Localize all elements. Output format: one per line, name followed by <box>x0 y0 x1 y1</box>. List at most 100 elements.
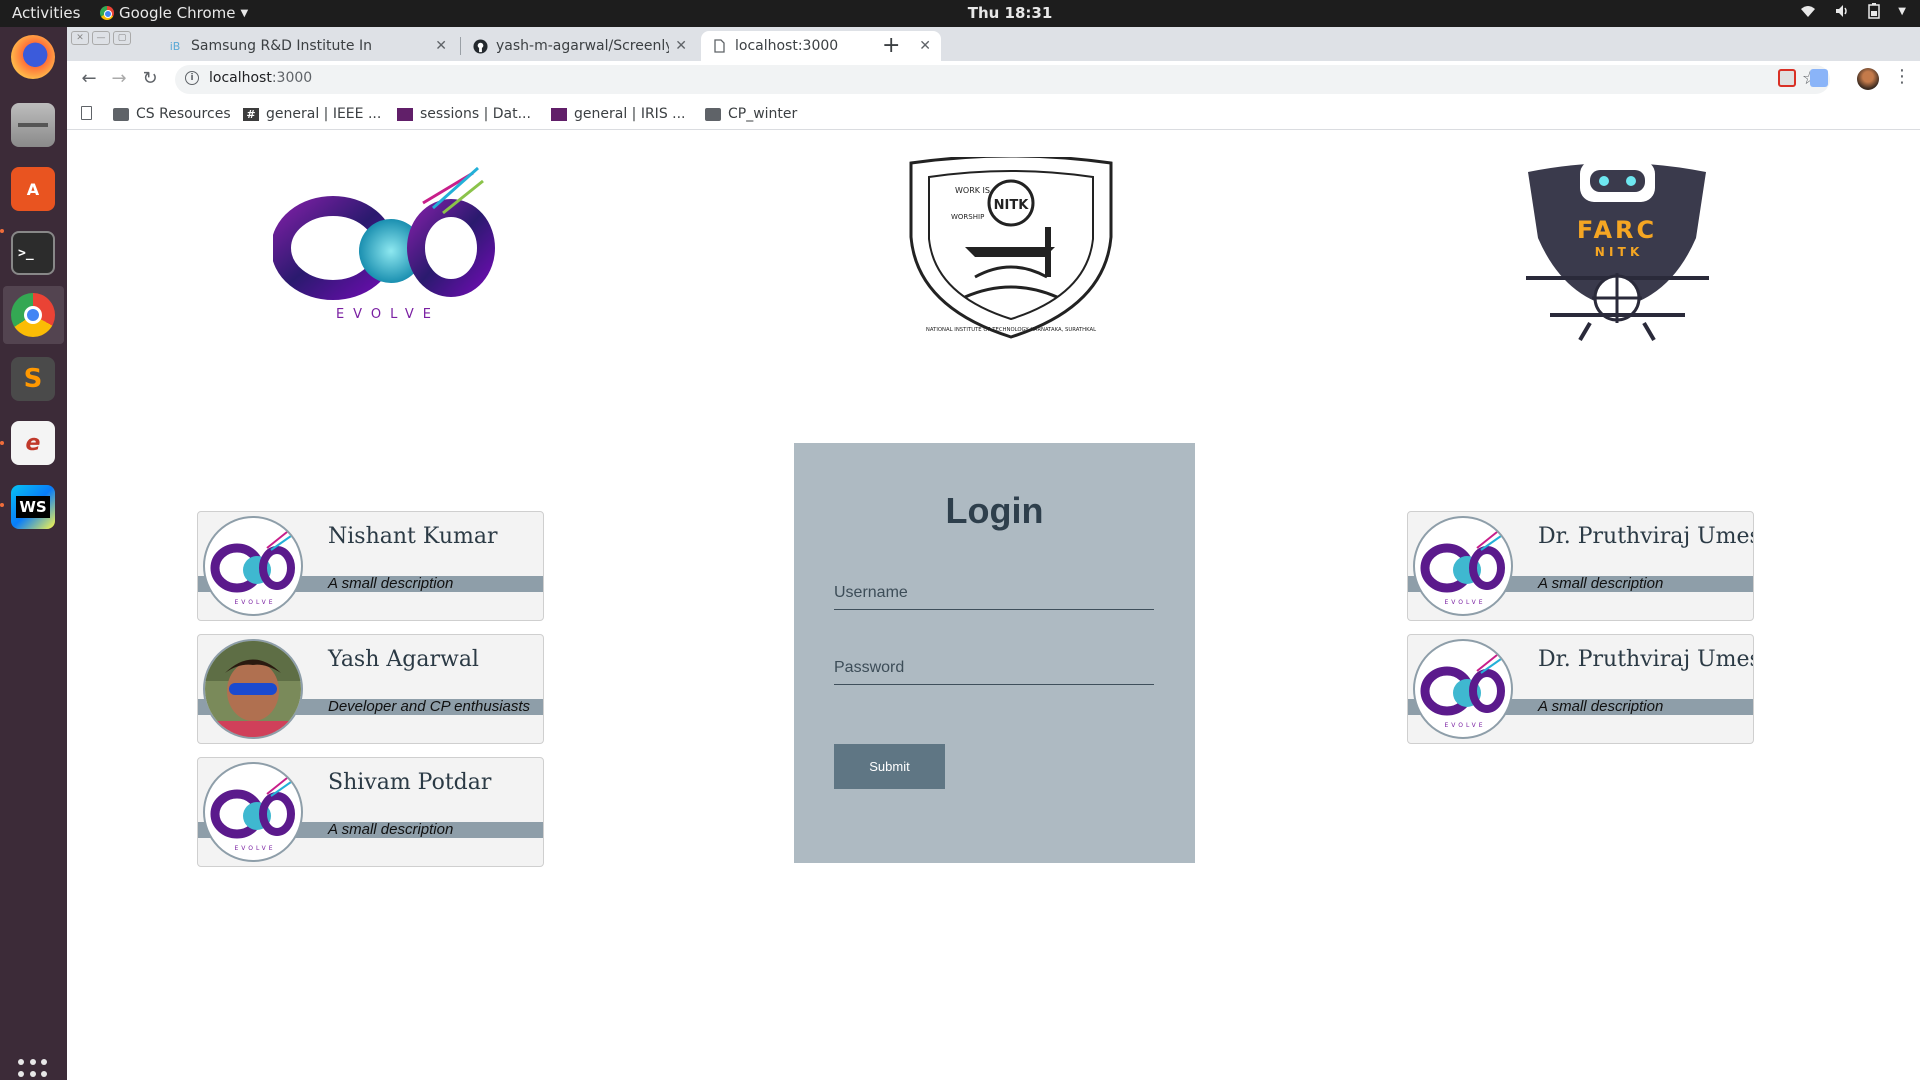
svg-text:EVOLVE: EVOLVE <box>1444 599 1485 606</box>
samsung-favicon: iB <box>169 39 181 53</box>
close-tab-icon[interactable]: ✕ <box>919 38 931 54</box>
farc-nitk-logo: FARC N I T K <box>1526 160 1709 342</box>
svg-text:EVOLVE: EVOLVE <box>336 307 440 322</box>
running-indicator <box>0 503 4 507</box>
show-applications-icon[interactable] <box>18 1059 48 1080</box>
extension-icon[interactable] <box>1810 69 1828 87</box>
forward-arrow-icon[interactable]: → <box>107 68 131 89</box>
evolve-avatar-icon: EVOLVE <box>210 777 295 852</box>
browser-window: ✕ — ▢ iB Samsung R&D Institute In ✕ yash… <box>67 27 1920 130</box>
avatar <box>203 639 303 739</box>
nitk-emblem: NITK WORK IS WORSHIP NATIONAL INSTITUTE … <box>909 157 1113 339</box>
profile-avatar[interactable] <box>1857 68 1879 90</box>
address-bar[interactable]: i localhost:3000 ☆ <box>175 65 1830 94</box>
back-arrow-icon[interactable]: ← <box>77 68 101 89</box>
page-favicon-icon <box>711 38 727 54</box>
svg-text:EVOLVE: EVOLVE <box>234 599 275 606</box>
terminal-icon[interactable]: >_ <box>11 231 55 275</box>
caret-down-icon: ▼ <box>1898 5 1906 17</box>
member-card[interactable]: EVOLVE Dr. Pruthviraj Umesh A small desc… <box>1407 511 1754 621</box>
volume-icon <box>1836 5 1848 17</box>
menu-kebab-icon[interactable]: ⋮ <box>1893 66 1911 87</box>
tab-strip: ✕ — ▢ iB Samsung R&D Institute In ✕ yash… <box>67 27 1920 61</box>
avatar: EVOLVE <box>203 762 303 862</box>
svg-text:NITK: NITK <box>994 198 1030 213</box>
avatar: EVOLVE <box>1413 639 1513 739</box>
battery-icon <box>1868 3 1881 19</box>
new-tab-button[interactable]: + <box>882 33 900 58</box>
firefox-icon[interactable] <box>11 35 55 79</box>
person-photo-icon <box>205 641 301 737</box>
wifi-icon <box>1801 6 1816 17</box>
member-description: A small description <box>328 821 454 838</box>
member-name: Shivam Potdar <box>328 770 492 795</box>
system-top-bar: Activities Google Chrome ▼ Thu 18:31 ▼ <box>0 0 1920 27</box>
close-tab-icon[interactable]: ✕ <box>435 38 447 54</box>
chrome-icon <box>100 6 114 20</box>
svg-text:EVOLVE: EVOLVE <box>1444 722 1485 729</box>
avatar: EVOLVE <box>1413 516 1513 616</box>
bookmarks-bar: CS Resources # general | IEEE ... session… <box>67 98 1920 130</box>
close-window-icon[interactable]: ✕ <box>71 31 89 45</box>
browser-toolbar: ← → ↻ i localhost:3000 ☆ ⋮ <box>67 61 1920 98</box>
bookmark-general-iris[interactable]: general | IRIS ... <box>551 106 686 122</box>
evolve-logo: EVOLVE <box>273 166 495 322</box>
svg-text:N I T K: N I T K <box>1595 245 1640 259</box>
username-input[interactable] <box>834 576 1154 610</box>
svg-text:EVOLVE: EVOLVE <box>234 845 275 852</box>
software-center-icon[interactable]: A <box>11 167 55 211</box>
member-card[interactable]: Yash Agarwal Developer and CP enthusiast… <box>197 634 544 744</box>
bookmark-cs-resources[interactable]: CS Resources <box>113 106 231 122</box>
dock: A >_ S e WS <box>0 27 67 1080</box>
member-card[interactable]: EVOLVE Dr. Pruthviraj Umesh A small desc… <box>1407 634 1754 744</box>
apps-icon[interactable] <box>81 106 99 120</box>
member-description: A small description <box>1538 698 1664 715</box>
svg-text:NATIONAL INSTITUTE OF TECHNOLO: NATIONAL INSTITUTE OF TECHNOLOGY KARNATA… <box>926 327 1096 333</box>
tab-samsung[interactable]: iB Samsung R&D Institute In ✕ <box>157 31 457 61</box>
minimize-window-icon[interactable]: — <box>92 31 110 45</box>
member-card[interactable]: EVOLVE Nishant Kumar A small description <box>197 511 544 621</box>
svg-text:WORSHIP: WORSHIP <box>951 213 984 221</box>
evolve-avatar-icon: EVOLVE <box>1420 531 1505 606</box>
tab-github[interactable]: yash-m-agarwal/Screenly ✕ <box>462 31 697 61</box>
member-name: Nishant Kumar <box>328 524 498 549</box>
reload-icon[interactable]: ↻ <box>138 68 162 89</box>
files-icon[interactable] <box>11 103 55 147</box>
login-form: Login Submit <box>794 443 1195 863</box>
activities-button[interactable]: Activities <box>12 4 80 22</box>
tab-separator <box>460 37 461 55</box>
system-tray[interactable]: ▼ <box>1800 3 1906 19</box>
sublime-text-icon[interactable]: S <box>11 357 55 401</box>
bookmark-general-ieee[interactable]: # general | IEEE ... <box>243 106 381 122</box>
password-input[interactable] <box>834 651 1154 685</box>
svg-text:FARC: FARC <box>1577 216 1657 244</box>
member-description: Developer and CP enthusiasts <box>328 698 531 715</box>
url-text[interactable]: localhost:3000 <box>209 70 312 86</box>
evolve-avatar-icon: EVOLVE <box>1420 654 1505 729</box>
member-description: A small description <box>1538 575 1664 592</box>
maximize-window-icon[interactable]: ▢ <box>113 31 131 45</box>
chrome-icon[interactable] <box>11 293 55 337</box>
login-heading: Login <box>945 490 1044 531</box>
evince-icon[interactable]: e <box>11 421 55 465</box>
svg-text:WORK IS: WORK IS <box>955 186 990 195</box>
app-menu[interactable]: Google Chrome ▼ <box>100 4 248 22</box>
window-controls: ✕ — ▢ <box>71 31 131 45</box>
member-card[interactable]: EVOLVE Shivam Potdar A small description <box>197 757 544 867</box>
bookmark-cp-winter[interactable]: CP_winter <box>705 106 797 122</box>
clock[interactable]: Thu 18:31 <box>940 4 1080 22</box>
webstorm-icon[interactable]: WS <box>11 485 55 529</box>
submit-button[interactable]: Submit <box>834 744 945 789</box>
extension-icon[interactable] <box>1778 69 1796 87</box>
slack-icon <box>397 107 413 121</box>
member-description: A small description <box>328 575 454 592</box>
tab-title: Samsung R&D Institute In <box>191 38 372 54</box>
site-info-icon[interactable]: i <box>185 71 199 85</box>
close-tab-icon[interactable]: ✕ <box>675 38 687 54</box>
member-name: Dr. Pruthviraj Umesh <box>1538 647 1754 672</box>
bookmark-sessions[interactable]: sessions | Dat... <box>397 106 531 122</box>
tab-localhost[interactable]: localhost:3000 ✕ <box>701 31 941 61</box>
tab-title: yash-m-agarwal/Screenly <box>496 38 670 54</box>
running-indicator <box>0 229 4 233</box>
member-name: Dr. Pruthviraj Umesh <box>1538 524 1754 549</box>
